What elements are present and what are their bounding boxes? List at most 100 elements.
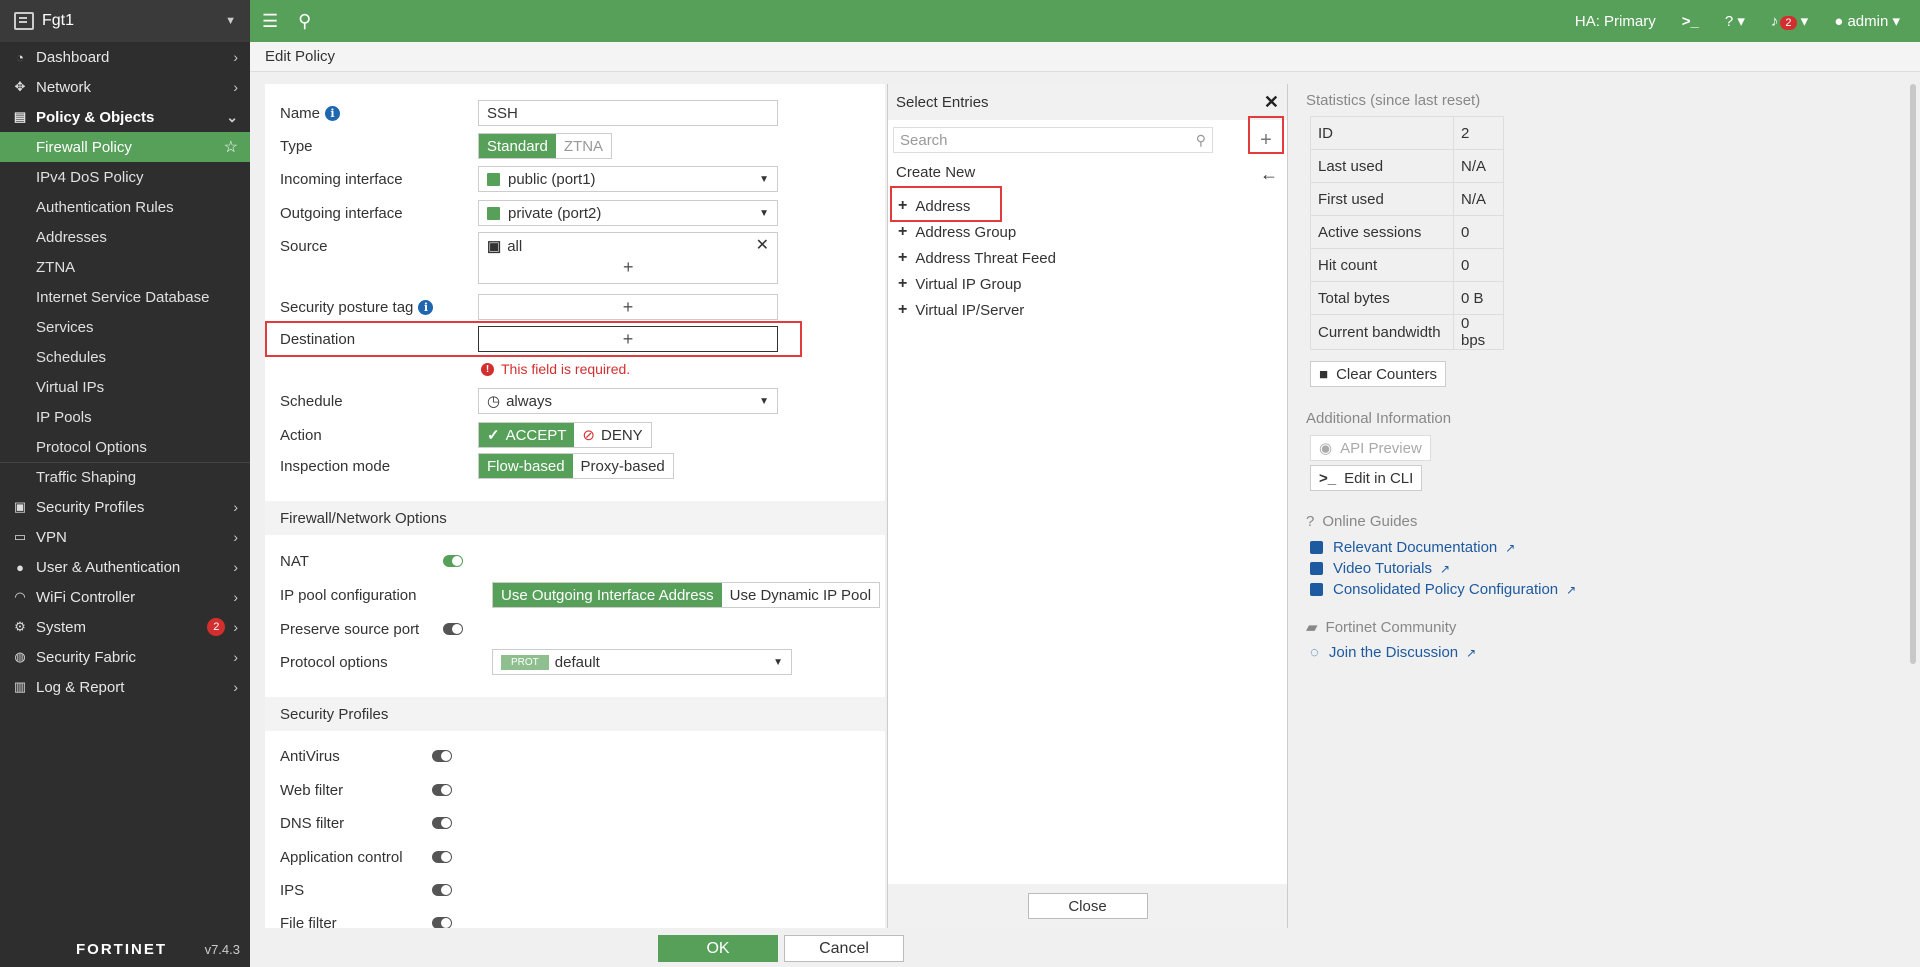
incoming-interface-select[interactable]: public (port1) ▼ <box>478 166 778 192</box>
type-standard-button[interactable]: Standard <box>479 134 556 158</box>
webfilter-toggle[interactable] <box>432 784 452 796</box>
nav-dashboard[interactable]: ◔ Dashboard › <box>0 42 250 72</box>
add-source-plus-icon[interactable]: + <box>623 257 634 278</box>
ippool-label: IP pool configuration <box>280 586 417 604</box>
help-icon[interactable]: ? ▾ <box>1725 12 1745 30</box>
antivirus-toggle[interactable] <box>432 750 452 762</box>
api-preview-button[interactable]: ◉ API Preview <box>1310 435 1431 461</box>
ips-toggle[interactable] <box>432 884 452 896</box>
sub-schedules[interactable]: Schedules <box>0 342 250 372</box>
close-icon[interactable]: ✕ <box>1264 92 1279 113</box>
sub-internet-service-database[interactable]: Internet Service Database <box>0 282 250 312</box>
trash-icon: ■ <box>1319 365 1329 383</box>
type-ztna-button[interactable]: ZTNA <box>555 134 612 158</box>
sub-services[interactable]: Services <box>0 312 250 342</box>
chevron-right-icon: › <box>233 679 238 695</box>
nav-security-fabric[interactable]: ◍ Security Fabric › <box>0 642 250 672</box>
nav-system[interactable]: ⚙ System 2 › <box>0 612 250 642</box>
clear-counters-button[interactable]: ■ Clear Counters <box>1310 361 1446 387</box>
protocol-options-select[interactable]: PROT default ▼ <box>492 649 792 675</box>
appcontrol-toggle[interactable] <box>432 851 452 863</box>
info-icon[interactable]: i <box>418 299 434 315</box>
proxy-based-button[interactable]: Proxy-based <box>572 454 673 478</box>
nav-policy-objects[interactable]: ▤ Policy & Objects ⌄ <box>0 102 250 132</box>
sub-label: Firewall Policy <box>36 138 132 156</box>
nav-label: Security Fabric <box>36 648 137 666</box>
consolidated-policy-link[interactable]: Consolidated Policy Configuration ↗ <box>1310 581 1576 598</box>
info-icon[interactable]: i <box>325 105 341 121</box>
nav-log-report[interactable]: ▥ Log & Report › <box>0 672 250 702</box>
sub-ip-pools[interactable]: IP Pools <box>0 402 250 432</box>
stat-key: Current bandwidth <box>1310 314 1454 350</box>
name-input[interactable]: SSH <box>478 100 778 126</box>
flow-based-button[interactable]: Flow-based <box>479 454 573 478</box>
incoming-label: Incoming interface <box>280 170 403 188</box>
ha-status[interactable]: HA: Primary <box>1575 13 1656 30</box>
cli-console-icon[interactable]: >_ <box>1682 13 1699 30</box>
nav-label: User & Authentication <box>36 558 181 576</box>
chevron-right-icon: › <box>233 49 238 65</box>
sidebar-footer: FORTINET v7.4.3 <box>0 931 250 967</box>
sub-ztna[interactable]: ZTNA <box>0 252 250 282</box>
back-arrow-icon[interactable]: ← <box>1260 164 1278 185</box>
nat-toggle[interactable] <box>443 555 463 567</box>
nav-user-auth[interactable]: ● User & Authentication › <box>0 552 250 582</box>
use-dynamic-ip-pool-button[interactable]: Use Dynamic IP Pool <box>721 583 880 607</box>
sub-addresses[interactable]: Addresses <box>0 222 250 252</box>
accept-button[interactable]: ✓ ACCEPT <box>479 423 575 447</box>
ok-button[interactable]: OK <box>658 935 778 962</box>
join-discussion-link[interactable]: ◌ Join the Discussion ↗ <box>1310 644 1476 661</box>
api-preview-label: API Preview <box>1340 439 1422 457</box>
sub-traffic-shaping[interactable]: Traffic Shaping <box>0 462 250 492</box>
scrollbar[interactable] <box>1910 84 1916 664</box>
nav-label: WiFi Controller <box>36 588 136 606</box>
sub-protocol-options[interactable]: Protocol Options <box>0 432 250 462</box>
sub-label: Internet Service Database <box>36 288 210 306</box>
nav-network[interactable]: ✥ Network › <box>0 72 250 102</box>
schedule-row: Schedule ◷ always ▼ <box>280 387 778 415</box>
outgoing-interface-select[interactable]: private (port2) ▼ <box>478 200 778 226</box>
create-virtual-ip-server-item[interactable]: + Virtual IP/Server <box>898 301 1024 319</box>
search-placeholder: Search <box>900 131 948 149</box>
sub-authentication-rules[interactable]: Authentication Rules <box>0 192 250 222</box>
remove-source-icon[interactable]: ✕ <box>756 235 769 255</box>
star-icon[interactable]: ☆ <box>224 137 238 157</box>
source-field[interactable]: ▣ all ✕ + <box>478 232 778 284</box>
create-address-group-item[interactable]: + Address Group <box>898 223 1016 241</box>
sub-virtual-ips[interactable]: Virtual IPs <box>0 372 250 402</box>
use-outgoing-interface-button[interactable]: Use Outgoing Interface Address <box>493 583 722 607</box>
posture-field[interactable]: + <box>478 294 778 320</box>
search-input[interactable]: Search ⚲ <box>893 127 1213 153</box>
destination-error: ! This field is required. <box>481 361 630 377</box>
filefilter-toggle[interactable] <box>432 917 452 928</box>
chevron-right-icon: › <box>233 529 238 545</box>
schedule-select[interactable]: ◷ always ▼ <box>478 388 778 414</box>
sub-ipv4-dos-policy[interactable]: IPv4 DoS Policy <box>0 162 250 192</box>
top-bar: ☰ ⚲ HA: Primary >_ ? ▾ ♪ 2 ▾ ● admin ▾ <box>250 0 1920 42</box>
user-menu[interactable]: ● admin ▾ <box>1834 12 1900 30</box>
notifications-button[interactable]: ♪ 2 ▾ <box>1771 12 1808 30</box>
bottom-bar: OK Cancel <box>250 930 1920 967</box>
edit-in-cli-button[interactable]: >_ Edit in CLI <box>1310 465 1423 491</box>
preserve-source-port-toggle[interactable] <box>443 623 463 635</box>
video-tutorials-link[interactable]: Video Tutorials ↗ <box>1310 560 1450 577</box>
item-label: Virtual IP Group <box>915 275 1022 293</box>
device-selector[interactable]: Fgt1 ▼ <box>0 0 250 42</box>
device-icon <box>14 12 34 30</box>
video-icon <box>1310 562 1323 575</box>
deny-button[interactable]: ⊘ DENY <box>574 423 651 447</box>
nav-vpn[interactable]: ▭ VPN › <box>0 522 250 552</box>
hamburger-menu-icon[interactable]: ☰ <box>262 11 278 32</box>
dnsfilter-toggle[interactable] <box>432 817 452 829</box>
chart-icon: ▥ <box>13 679 27 694</box>
relevant-documentation-link[interactable]: Relevant Documentation ↗ <box>1310 539 1515 556</box>
nav-wifi-controller[interactable]: ◠ WiFi Controller › <box>0 582 250 612</box>
create-address-threat-feed-item[interactable]: + Address Threat Feed <box>898 249 1056 267</box>
search-icon[interactable]: ⚲ <box>298 11 311 32</box>
sub-firewall-policy[interactable]: Firewall Policy ☆ <box>0 132 250 162</box>
cancel-button[interactable]: Cancel <box>784 935 904 962</box>
close-button[interactable]: Close <box>1027 893 1148 919</box>
nav-security-profiles[interactable]: ▣ Security Profiles › <box>0 492 250 522</box>
address-highlight <box>890 186 1002 222</box>
create-virtual-ip-group-item[interactable]: + Virtual IP Group <box>898 275 1022 293</box>
